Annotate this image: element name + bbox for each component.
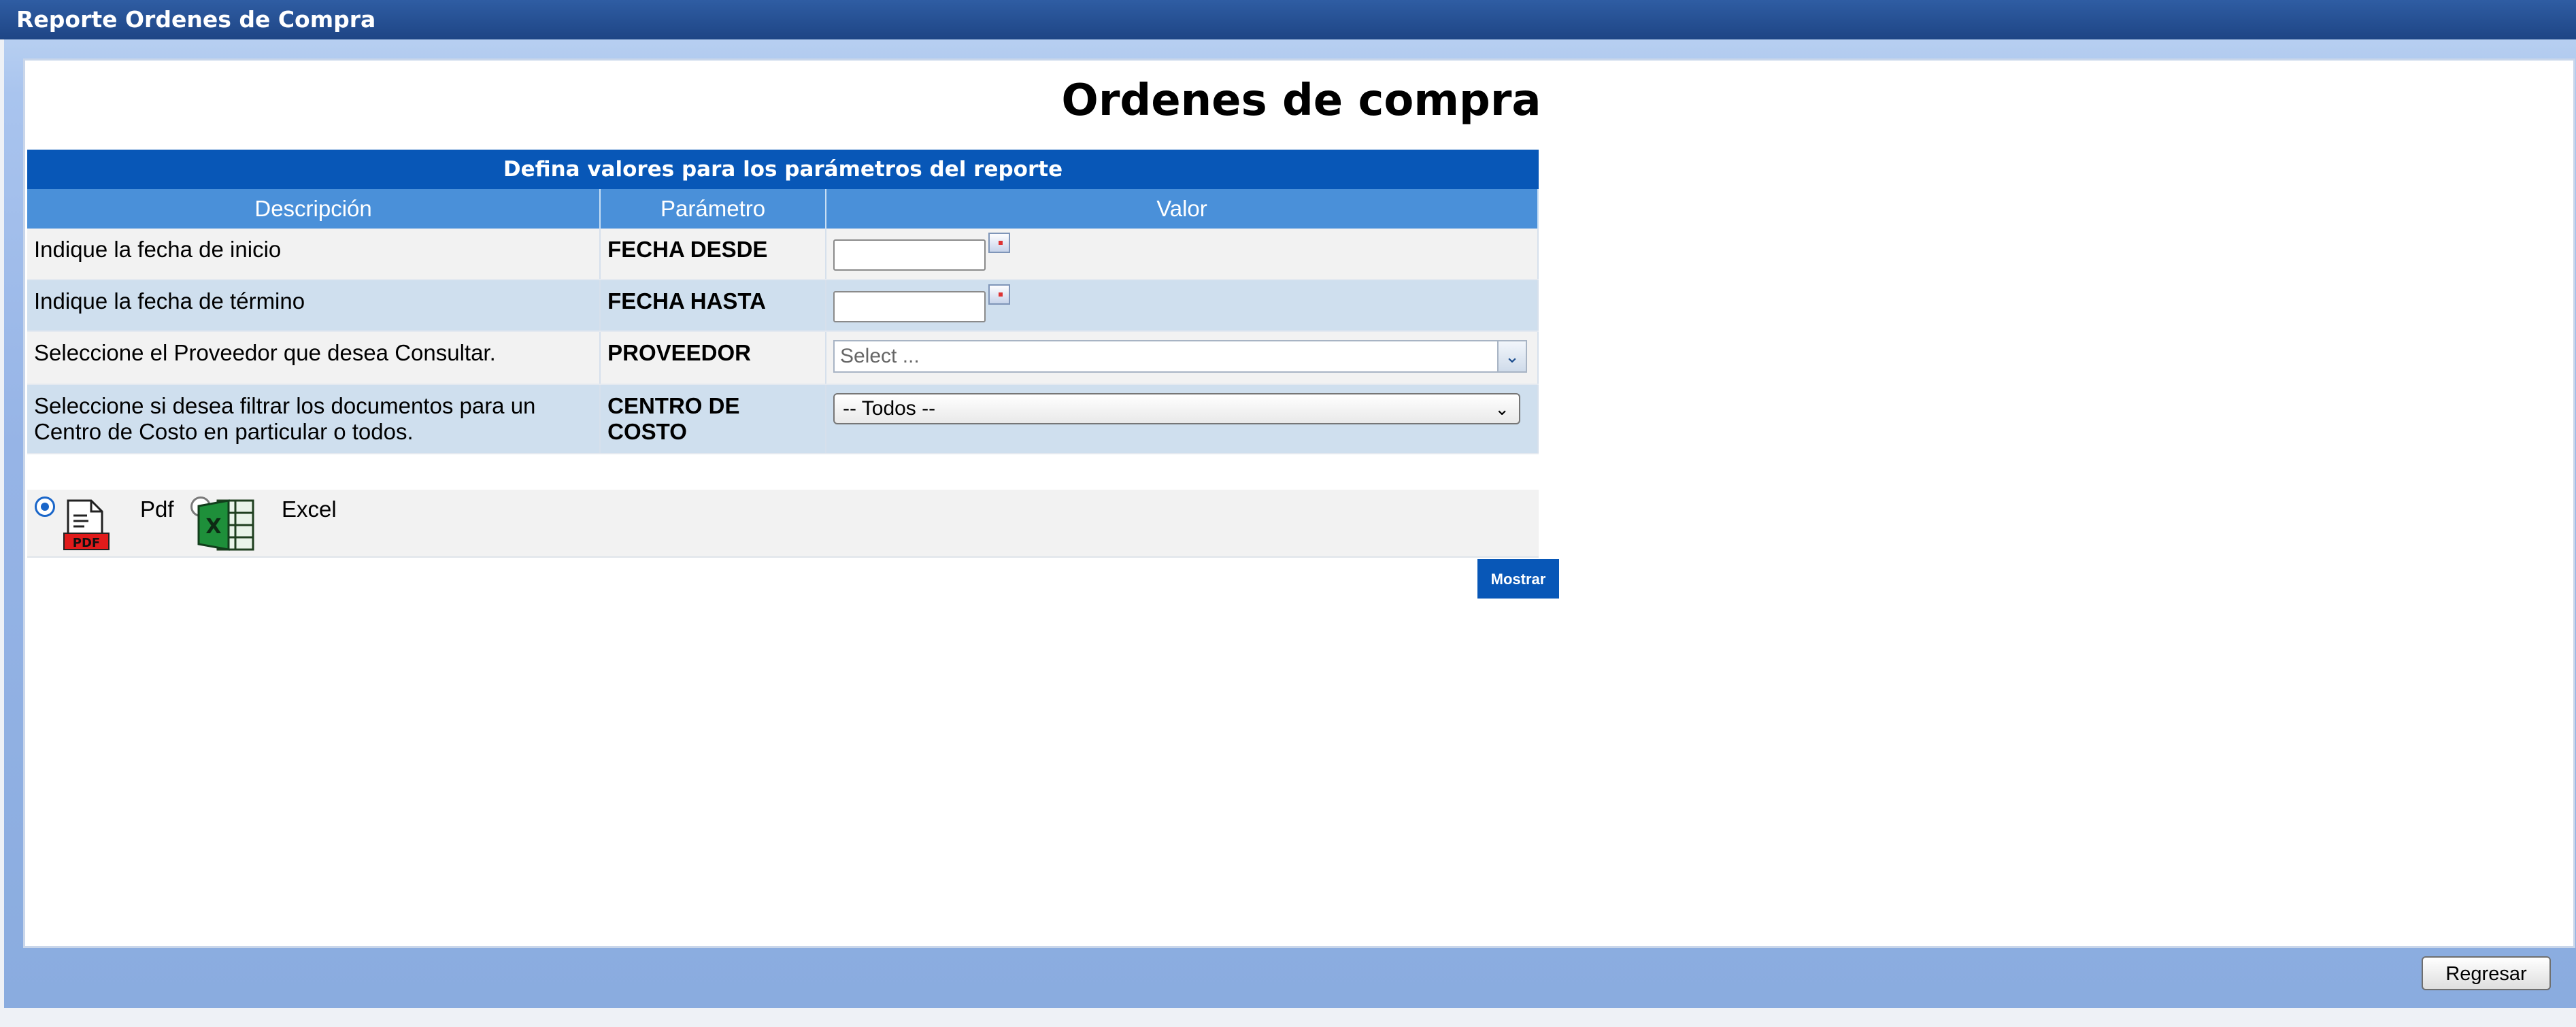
window-title: Reporte Ordenes de Compra	[0, 0, 2576, 39]
excel-label: Excel	[282, 496, 337, 522]
param-name: FECHA HASTA	[600, 280, 826, 332]
pdf-radio[interactable]	[35, 496, 55, 517]
param-description: Seleccione el Proveedor que desea Consul…	[27, 331, 601, 385]
param-row-fecha-hasta: Indique la fecha de término FECHA HASTA	[27, 280, 1539, 332]
params-header: Defina valores para los parámetros del r…	[27, 150, 1539, 189]
content-frame: Ordenes de compra Defina valores para lo…	[4, 39, 2576, 1008]
column-header-parameter: Parámetro	[600, 189, 826, 229]
column-header-description: Descripción	[27, 189, 601, 229]
fecha-desde-input[interactable]	[833, 239, 986, 271]
param-row-centro-costo: Seleccione si desea filtrar los document…	[27, 384, 1539, 454]
centro-costo-selected: -- Todos --	[842, 397, 936, 420]
excel-file-icon: X	[197, 499, 254, 551]
fecha-hasta-input[interactable]	[833, 291, 986, 322]
calendar-icon[interactable]	[988, 284, 1010, 305]
param-name: FECHA DESDE	[600, 229, 826, 280]
page-title: Ordenes de compra	[1061, 75, 1541, 126]
param-description: Indique la fecha de inicio	[27, 229, 601, 280]
param-value	[825, 229, 1539, 280]
format-selector: PDF Pdf X Excel	[27, 490, 1539, 558]
param-row-fecha-desde: Indique la fecha de inicio FECHA DESDE	[27, 229, 1539, 280]
report-panel: Ordenes de compra Defina valores para lo…	[23, 58, 2575, 948]
centro-costo-select[interactable]: -- Todos -- ⌄	[833, 393, 1520, 424]
mostrar-button[interactable]: Mostrar	[1477, 559, 1559, 599]
pdf-icon-label: PDF	[73, 536, 100, 550]
param-value: -- Todos -- ⌄	[825, 384, 1539, 454]
chevron-down-icon: ⌄	[1494, 399, 1509, 419]
param-value: Select ... ⌄	[825, 331, 1539, 385]
proveedor-placeholder: Select ...	[839, 345, 920, 367]
chevron-down-icon[interactable]: ⌄	[1496, 341, 1526, 371]
params-table: Descripción Parámetro Valor Indique la f…	[27, 189, 1539, 454]
pdf-file-icon: PDF	[63, 499, 110, 550]
excel-icon-label: X	[205, 515, 221, 539]
column-header-value: Valor	[825, 189, 1539, 229]
param-value	[825, 280, 1539, 332]
regresar-button[interactable]: Regresar	[2422, 956, 2551, 990]
calendar-icon[interactable]	[988, 233, 1010, 253]
param-row-proveedor: Seleccione el Proveedor que desea Consul…	[27, 331, 1539, 385]
param-name: PROVEEDOR	[600, 331, 826, 385]
proveedor-combobox[interactable]: Select ... ⌄	[833, 340, 1527, 373]
param-description: Indique la fecha de término	[27, 280, 601, 332]
param-description: Seleccione si desea filtrar los document…	[27, 384, 601, 454]
param-name: CENTRO DE COSTO	[600, 384, 826, 454]
pdf-label: Pdf	[140, 496, 174, 522]
